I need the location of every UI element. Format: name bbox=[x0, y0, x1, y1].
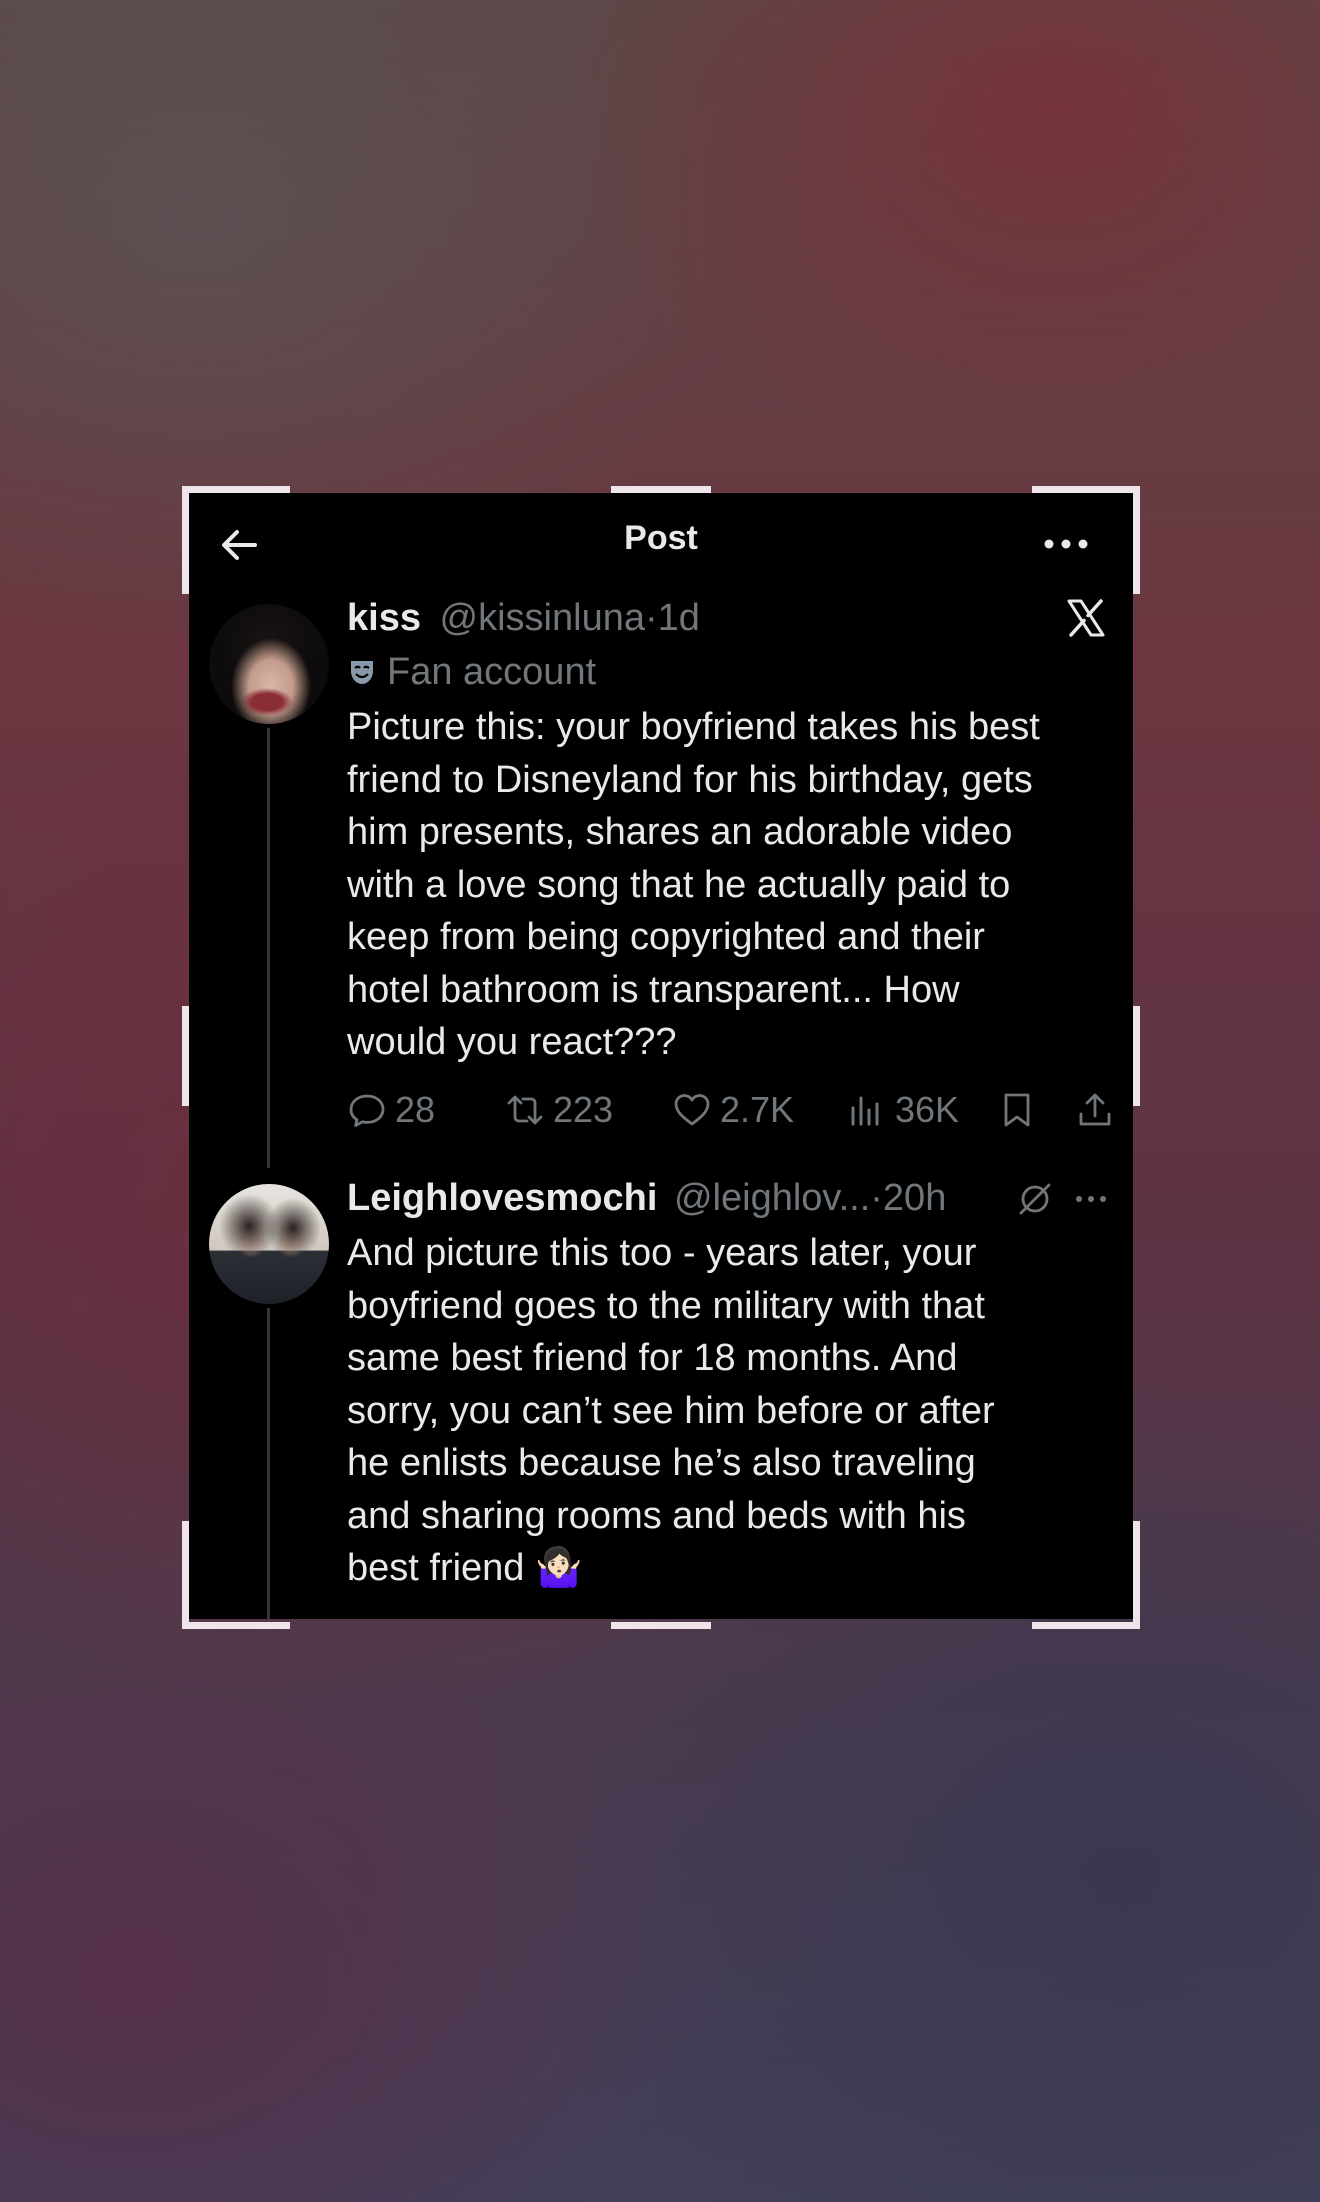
views-count: 36K bbox=[895, 1089, 960, 1130]
theater-mask-icon bbox=[351, 661, 373, 684]
crop-handle-top-right-vertical[interactable] bbox=[1133, 486, 1140, 594]
like-button[interactable]: 2.7K bbox=[672, 1083, 794, 1137]
more-horizontal-icon[interactable] bbox=[1071, 1179, 1111, 1219]
display-name[interactable]: kiss bbox=[347, 597, 421, 639]
reply-user-handle[interactable]: @leighlov... bbox=[674, 1177, 870, 1219]
x-logo-icon bbox=[1067, 599, 1105, 637]
repost-count: 223 bbox=[553, 1089, 614, 1130]
separator-dot: · bbox=[644, 597, 658, 639]
thread-connector-line-reply bbox=[267, 1308, 270, 1619]
bookmark-icon bbox=[1004, 1093, 1030, 1127]
crop-handle-bottom-right[interactable] bbox=[1032, 1622, 1140, 1629]
reply-display-name[interactable]: Leighlovesmochi bbox=[347, 1177, 657, 1219]
share-button[interactable] bbox=[1075, 1083, 1123, 1137]
speech-bubble-icon bbox=[349, 1094, 385, 1127]
slashed-circle-icon[interactable] bbox=[1015, 1179, 1055, 1219]
bookmark-button[interactable] bbox=[997, 1083, 1045, 1137]
reply-text: And picture this too - years later, your… bbox=[347, 1232, 995, 1589]
main-post: kiss @kissinluna·1d Fan account Picture … bbox=[347, 591, 1111, 1069]
avatar[interactable] bbox=[209, 604, 329, 724]
views-button[interactable]: 36K bbox=[847, 1083, 959, 1137]
post-text: Picture this: your boyfriend takes his b… bbox=[347, 706, 1040, 1063]
top-bar: Post bbox=[189, 493, 1133, 591]
crop-handle-top-middle[interactable] bbox=[611, 486, 711, 493]
post-actions: 28 223 2.7K 36K bbox=[347, 1083, 1111, 1137]
repost-arrows-icon bbox=[507, 1095, 543, 1125]
crop-handle-top-left[interactable] bbox=[182, 486, 290, 493]
reply-post: Leighlovesmochi @leighlov...·20h And pic… bbox=[347, 1171, 1111, 1595]
crop-handle-top-left-vertical[interactable] bbox=[182, 486, 189, 594]
account-label-text: Fan account bbox=[387, 651, 597, 693]
reply-header: Leighlovesmochi @leighlov...·20h bbox=[347, 1171, 1111, 1225]
user-handle[interactable]: @kissinluna bbox=[440, 597, 645, 639]
reply-count: 28 bbox=[395, 1089, 436, 1130]
crop-handle-left-middle[interactable] bbox=[182, 1006, 189, 1106]
crop-handle-bottom-left-vertical[interactable] bbox=[182, 1521, 189, 1629]
more-options-button[interactable] bbox=[1041, 529, 1091, 559]
reply-separator-dot: · bbox=[870, 1177, 883, 1219]
reply-button[interactable]: 28 bbox=[347, 1083, 435, 1137]
crop-handle-bottom-right-vertical[interactable] bbox=[1133, 1521, 1140, 1629]
crop-handle-right-middle[interactable] bbox=[1133, 1006, 1140, 1106]
post-card: Post kiss @kissinluna·1d Fan account Pic… bbox=[189, 493, 1133, 1619]
reply-avatar[interactable] bbox=[209, 1184, 329, 1304]
more-horizontal-icon bbox=[1044, 539, 1088, 549]
heart-icon bbox=[674, 1094, 710, 1126]
thread-connector-line bbox=[267, 728, 270, 1168]
post-header: kiss @kissinluna·1d bbox=[347, 591, 1111, 645]
page-title: Post bbox=[624, 519, 698, 557]
crop-handle-top-right[interactable] bbox=[1032, 486, 1140, 493]
reply-time[interactable]: 20h bbox=[883, 1177, 946, 1219]
account-label[interactable]: Fan account bbox=[347, 645, 1111, 699]
like-count: 2.7K bbox=[720, 1089, 795, 1130]
post-time[interactable]: 1d bbox=[658, 597, 700, 639]
repost-button[interactable]: 223 bbox=[505, 1083, 613, 1137]
crop-handle-bottom-left[interactable] bbox=[182, 1622, 290, 1629]
bar-chart-icon bbox=[851, 1096, 879, 1126]
share-upload-icon bbox=[1079, 1093, 1111, 1126]
crop-handle-bottom-middle[interactable] bbox=[611, 1622, 711, 1629]
